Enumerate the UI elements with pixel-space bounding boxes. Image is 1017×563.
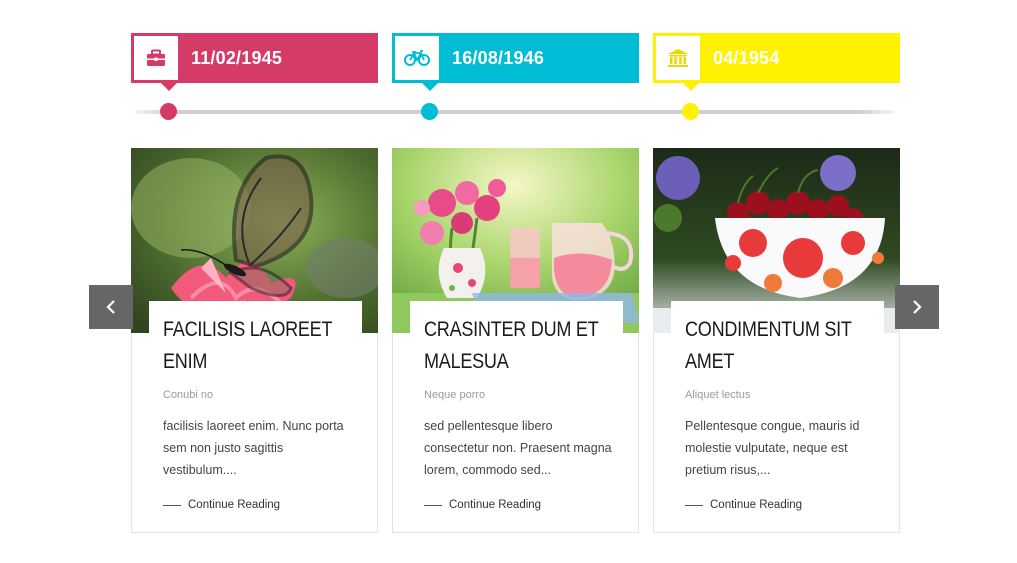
chevron-right-icon [913, 300, 922, 314]
post-author[interactable]: Neque porro [424, 389, 485, 401]
dash-icon [424, 504, 442, 506]
timeline-dot[interactable] [421, 103, 438, 120]
continue-reading-link[interactable]: Continue Reading [424, 499, 541, 511]
post-excerpt: facilisis laoreet enim. Nunc porta sem n… [163, 419, 344, 477]
continue-reading-link[interactable]: Continue Reading [163, 499, 280, 511]
dash-icon [685, 504, 703, 506]
timeline-date: 11/02/1945 [191, 48, 283, 68]
continue-reading-label: Continue Reading [188, 499, 281, 511]
chevron-left-icon [106, 300, 115, 314]
bank-icon [656, 36, 700, 80]
post-title[interactable]: CONDIMENTUM SIT AMET [685, 314, 885, 378]
continue-reading-link[interactable]: Continue Reading [685, 499, 802, 511]
post-excerpt: sed pellentesque libero consectetur non.… [424, 419, 612, 477]
timeline-tab-2[interactable]: 16/08/1946 [392, 33, 639, 91]
continue-reading-label: Continue Reading [710, 499, 803, 511]
timeline-dot[interactable] [160, 103, 177, 120]
post-card: CONDIMENTUM SIT AMET Aliquet lectus Pell… [653, 148, 900, 533]
bicycle-icon [395, 36, 439, 80]
timeline-date: 16/08/1946 [452, 48, 545, 68]
tab-pointer [161, 83, 177, 91]
post-author[interactable]: Conubi no [163, 389, 213, 401]
timeline-tab-1[interactable]: 11/02/1945 [131, 33, 378, 91]
post-title[interactable]: FACILISIS LAOREET ENIM [163, 314, 363, 378]
tab-pointer [683, 83, 699, 91]
post-excerpt: Pellentesque congue, mauris id molestie … [685, 419, 860, 477]
post-card: FACILISIS LAOREET ENIM Conubi no facilis… [131, 148, 378, 533]
timeline-line [135, 110, 895, 114]
continue-reading-label: Continue Reading [449, 499, 542, 511]
briefcase-icon [134, 36, 178, 80]
post-author[interactable]: Aliquet lectus [685, 389, 750, 401]
timeline-tab-3[interactable]: 04/1954 [653, 33, 900, 91]
prev-button[interactable] [89, 285, 133, 329]
tab-pointer [422, 83, 438, 91]
timeline-date: 04/1954 [713, 48, 780, 68]
next-button[interactable] [895, 285, 939, 329]
timeline-dot[interactable] [682, 103, 699, 120]
dash-icon [163, 504, 181, 506]
post-card: CRASINTER DUM ET MALESUA Neque porro sed… [392, 148, 639, 533]
post-title[interactable]: CRASINTER DUM ET MALESUA [424, 314, 624, 378]
